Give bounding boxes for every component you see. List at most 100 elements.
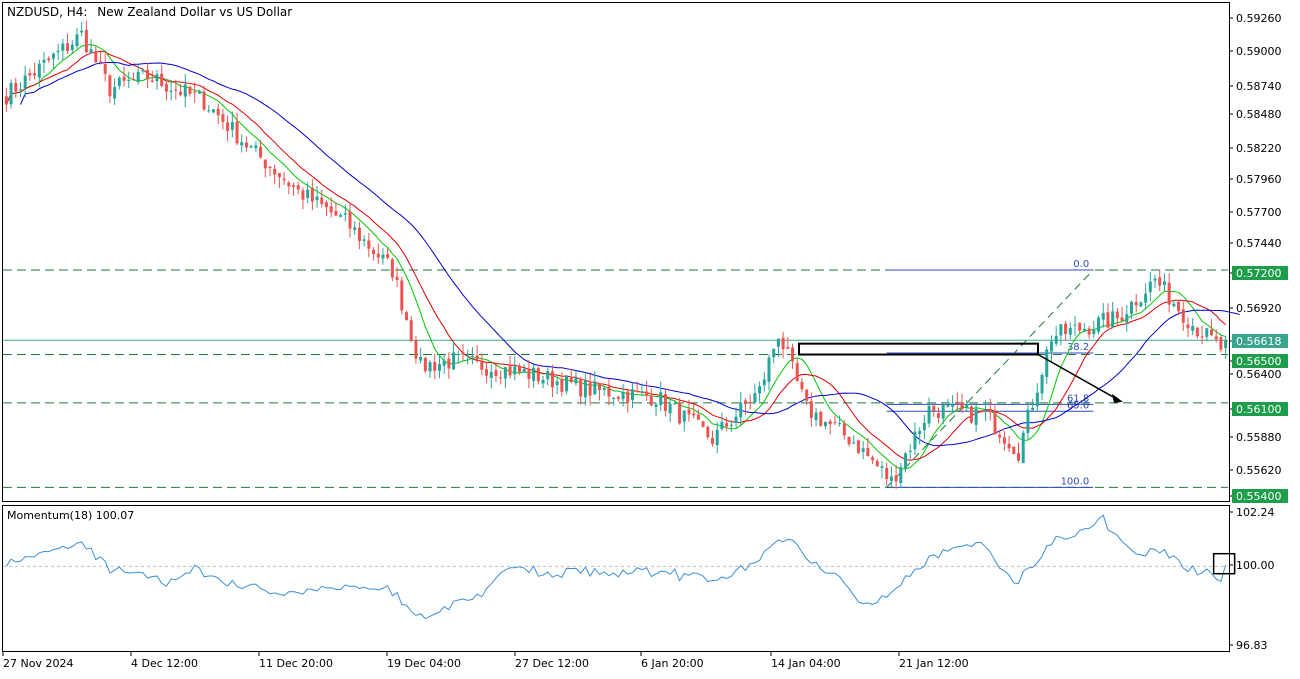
candle-body bbox=[405, 312, 409, 321]
candle-body bbox=[908, 450, 912, 452]
candle-body bbox=[847, 436, 851, 445]
candle-body bbox=[47, 58, 51, 61]
candle-body bbox=[791, 347, 795, 362]
x-tick-label: 4 Dec 12:00 bbox=[131, 657, 198, 670]
candle-body bbox=[1210, 329, 1214, 336]
candle-body bbox=[442, 360, 446, 366]
candle-body bbox=[668, 403, 672, 414]
candle-body bbox=[61, 43, 65, 51]
candle-body bbox=[122, 76, 126, 81]
candle-body bbox=[263, 159, 267, 169]
candle-body bbox=[706, 426, 710, 438]
candle-body bbox=[852, 442, 856, 444]
candle-body bbox=[84, 29, 88, 53]
candle-body bbox=[1059, 324, 1063, 336]
candle-body bbox=[183, 84, 187, 97]
candle-body bbox=[569, 377, 573, 383]
candle-body bbox=[339, 215, 343, 217]
candle-body bbox=[306, 189, 310, 198]
candle-body bbox=[918, 431, 922, 435]
candle-body bbox=[37, 63, 41, 78]
candle-body bbox=[1139, 302, 1143, 307]
candle-body bbox=[235, 121, 239, 144]
candle-body bbox=[1097, 317, 1101, 332]
candle-body bbox=[508, 366, 512, 376]
y-tick-label: 0.55620 bbox=[1236, 464, 1282, 477]
candle-body bbox=[461, 352, 465, 355]
candle-body bbox=[875, 461, 879, 467]
candle-body bbox=[574, 377, 578, 384]
candle-body bbox=[838, 423, 842, 425]
candle-body bbox=[1035, 392, 1039, 407]
fib-level-label: 100.0 bbox=[1061, 476, 1090, 487]
candle-body bbox=[353, 227, 357, 230]
candle-body bbox=[1167, 282, 1171, 305]
candle-body bbox=[1007, 443, 1011, 449]
candle-body bbox=[932, 405, 936, 411]
candle-body bbox=[419, 357, 423, 361]
candle-body bbox=[400, 280, 404, 311]
candle-body bbox=[70, 44, 74, 50]
candle-body bbox=[428, 362, 432, 372]
candle-body bbox=[828, 421, 832, 425]
momentum-tick-label: 102.24 bbox=[1236, 506, 1275, 519]
candle-body bbox=[546, 371, 550, 380]
candle-body bbox=[598, 383, 602, 390]
y-tick-label: 0.55880 bbox=[1236, 431, 1282, 444]
candle-body bbox=[536, 368, 540, 382]
candle-body bbox=[748, 402, 752, 404]
candle-body bbox=[127, 80, 131, 82]
candle-body bbox=[955, 401, 959, 404]
candle-body bbox=[1205, 328, 1209, 337]
candle-body bbox=[701, 421, 705, 427]
candle-body bbox=[607, 386, 611, 397]
candle-body bbox=[1224, 340, 1228, 349]
y-tick-label: 0.58480 bbox=[1236, 108, 1282, 121]
candle-body bbox=[1214, 336, 1218, 340]
candle-body bbox=[197, 91, 201, 94]
candle-body bbox=[772, 348, 776, 358]
candle-body bbox=[1158, 277, 1162, 286]
candle-body bbox=[423, 357, 427, 372]
candle-body bbox=[687, 409, 691, 415]
candle-body bbox=[42, 59, 46, 63]
candle-body bbox=[998, 434, 1002, 438]
candle-body bbox=[188, 86, 192, 94]
candle-body bbox=[480, 361, 484, 370]
level-badge-label: 0.57200 bbox=[1236, 267, 1282, 280]
x-tick-label: 27 Nov 2024 bbox=[3, 657, 73, 670]
chart-canvas[interactable]: 0.038.261.865.0100.0 0.592600.590000.587… bbox=[0, 0, 1300, 675]
candle-body bbox=[216, 108, 220, 116]
x-tick-label: 11 Dec 20:00 bbox=[259, 657, 333, 670]
y-tick-label: 0.58740 bbox=[1236, 80, 1282, 93]
candle-body bbox=[386, 253, 390, 258]
candle-body bbox=[164, 84, 168, 92]
candle-body bbox=[1087, 328, 1091, 335]
candle-body bbox=[259, 146, 263, 158]
candle-body bbox=[193, 91, 197, 93]
symbol-label: NZDUSD, H4: bbox=[7, 5, 87, 19]
candle-body bbox=[131, 78, 135, 80]
candle-body bbox=[141, 70, 145, 72]
candle-body bbox=[522, 369, 526, 373]
candle-body bbox=[155, 74, 159, 82]
candle-body bbox=[254, 145, 258, 149]
candle-body bbox=[645, 391, 649, 396]
candle-body bbox=[23, 75, 27, 89]
candle-body bbox=[329, 206, 333, 213]
candle-body bbox=[621, 392, 625, 400]
y-tick-label: 0.57440 bbox=[1236, 237, 1282, 250]
candle-body bbox=[786, 347, 790, 349]
candle-body bbox=[89, 49, 93, 54]
candle-body bbox=[282, 178, 286, 181]
candle-body bbox=[965, 404, 969, 407]
candle-body bbox=[1002, 437, 1006, 444]
candle-body bbox=[211, 109, 215, 113]
candle-body bbox=[320, 197, 324, 205]
y-tick-label: 0.57700 bbox=[1236, 206, 1282, 219]
candle-body bbox=[202, 91, 206, 110]
candle-body bbox=[108, 75, 112, 97]
candle-body bbox=[743, 400, 747, 405]
candle-body bbox=[1064, 323, 1068, 335]
candle-body bbox=[499, 377, 503, 379]
